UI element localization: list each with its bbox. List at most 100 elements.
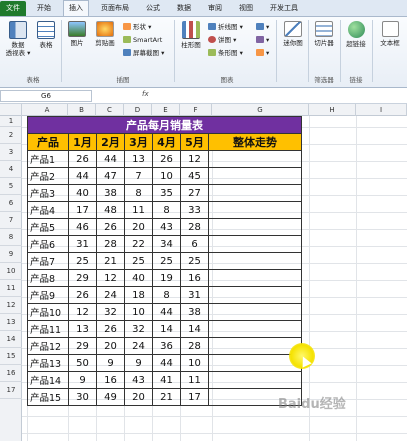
sales-cell[interactable]: 41 <box>152 371 181 389</box>
table-button[interactable]: 表格 <box>35 21 57 49</box>
sales-cell[interactable]: 18 <box>124 286 153 304</box>
hyperlink-button[interactable]: 超链接 <box>343 21 369 48</box>
column-header-f[interactable]: F <box>180 104 212 116</box>
sales-cell[interactable]: 11 <box>124 201 153 219</box>
trend-cell[interactable] <box>208 150 302 168</box>
row-header-2[interactable]: 2 <box>0 127 22 144</box>
trend-cell[interactable] <box>208 184 302 202</box>
column-header-h[interactable]: H <box>309 104 356 116</box>
row-header-8[interactable]: 8 <box>0 229 22 246</box>
sales-cell[interactable]: 28 <box>180 218 209 236</box>
tab-home[interactable]: 开始 <box>32 1 56 16</box>
header-cell[interactable]: 4月 <box>152 133 181 151</box>
sales-cell[interactable]: 14 <box>180 320 209 338</box>
product-name-cell[interactable]: 产品14 <box>27 371 69 389</box>
picture-button[interactable]: 图片 <box>66 21 88 47</box>
sales-cell[interactable]: 44 <box>152 354 181 372</box>
trend-cell[interactable] <box>208 167 302 185</box>
product-name-cell[interactable]: 产品2 <box>27 167 69 185</box>
column-header-c[interactable]: C <box>96 104 124 116</box>
sales-cell[interactable]: 26 <box>96 218 125 236</box>
sales-cell[interactable]: 10 <box>152 167 181 185</box>
sales-cell[interactable]: 14 <box>152 320 181 338</box>
sales-cell[interactable]: 43 <box>124 371 153 389</box>
row-header-10[interactable]: 10 <box>0 263 22 280</box>
trend-cell[interactable] <box>208 269 302 287</box>
product-name-cell[interactable]: 产品9 <box>27 286 69 304</box>
column-header-g[interactable]: G <box>212 104 309 116</box>
screenshot-button[interactable]: 屏幕截图 ▾ <box>123 49 164 58</box>
sales-cell[interactable]: 9 <box>68 371 97 389</box>
sales-cell[interactable]: 45 <box>180 167 209 185</box>
sales-cell[interactable]: 28 <box>96 235 125 253</box>
product-name-cell[interactable]: 产品4 <box>27 201 69 219</box>
row-header-13[interactable]: 13 <box>0 314 22 331</box>
sales-cell[interactable]: 40 <box>124 269 153 287</box>
column-header-i[interactable]: I <box>356 104 407 116</box>
product-name-cell[interactable]: 产品5 <box>27 218 69 236</box>
header-cell[interactable]: 整体走势 <box>208 133 302 151</box>
select-all-corner[interactable] <box>0 104 22 116</box>
header-cell[interactable]: 3月 <box>124 133 153 151</box>
sales-cell[interactable]: 38 <box>96 184 125 202</box>
row-header-3[interactable]: 3 <box>0 144 22 161</box>
sales-cell[interactable]: 32 <box>96 303 125 321</box>
tab-developer[interactable]: 开发工具 <box>265 1 303 16</box>
product-name-cell[interactable]: 产品13 <box>27 354 69 372</box>
trend-cell[interactable] <box>208 371 302 389</box>
product-name-cell[interactable]: 产品3 <box>27 184 69 202</box>
sales-cell[interactable]: 46 <box>68 218 97 236</box>
row-header-9[interactable]: 9 <box>0 246 22 263</box>
sales-cell[interactable]: 49 <box>96 388 125 406</box>
table-title[interactable]: 产品每月销量表 <box>27 116 302 134</box>
row-header-12[interactable]: 12 <box>0 297 22 314</box>
header-cell[interactable]: 5月 <box>180 133 209 151</box>
sparkline-button[interactable]: 迷你图 <box>280 21 306 47</box>
sales-cell[interactable]: 16 <box>180 269 209 287</box>
product-name-cell[interactable]: 产品11 <box>27 320 69 338</box>
sales-cell[interactable]: 44 <box>96 150 125 168</box>
sales-cell[interactable]: 38 <box>180 303 209 321</box>
clipart-button[interactable]: 剪贴画 <box>92 21 118 47</box>
fx-icon[interactable]: fx <box>142 90 149 98</box>
sales-cell[interactable]: 8 <box>152 286 181 304</box>
sales-cell[interactable]: 25 <box>68 252 97 270</box>
column-header-a[interactable]: A <box>27 104 68 116</box>
sales-cell[interactable]: 44 <box>68 167 97 185</box>
column-chart-button[interactable]: 柱形图 <box>178 21 204 49</box>
tab-page-layout[interactable]: 页面布局 <box>96 1 134 16</box>
row-header-4[interactable]: 4 <box>0 161 22 178</box>
sales-cell[interactable]: 48 <box>96 201 125 219</box>
sales-cell[interactable]: 24 <box>96 286 125 304</box>
sales-cell[interactable]: 44 <box>152 303 181 321</box>
trend-cell[interactable] <box>208 252 302 270</box>
sales-cell[interactable]: 27 <box>180 184 209 202</box>
sales-cell[interactable]: 30 <box>68 388 97 406</box>
sales-cell[interactable]: 20 <box>124 388 153 406</box>
sales-cell[interactable]: 43 <box>152 218 181 236</box>
line-chart-button[interactable]: 折线图 ▾ <box>208 23 243 32</box>
sales-cell[interactable]: 32 <box>124 320 153 338</box>
name-box[interactable]: G6 <box>0 90 92 102</box>
header-cell[interactable]: 产品 <box>27 133 69 151</box>
sales-cell[interactable]: 9 <box>96 354 125 372</box>
sales-cell[interactable]: 20 <box>96 337 125 355</box>
row-header-14[interactable]: 14 <box>0 331 22 348</box>
header-cell[interactable]: 2月 <box>96 133 125 151</box>
trend-cell[interactable] <box>208 303 302 321</box>
sales-cell[interactable]: 12 <box>180 150 209 168</box>
sales-cell[interactable]: 16 <box>96 371 125 389</box>
trend-cell[interactable] <box>208 235 302 253</box>
sales-cell[interactable]: 31 <box>68 235 97 253</box>
trend-cell[interactable] <box>208 201 302 219</box>
sales-cell[interactable]: 12 <box>68 303 97 321</box>
sales-cell[interactable]: 40 <box>68 184 97 202</box>
product-name-cell[interactable]: 产品6 <box>27 235 69 253</box>
tab-review[interactable]: 审阅 <box>203 1 227 16</box>
tab-insert[interactable]: 插入 <box>63 0 89 16</box>
product-name-cell[interactable]: 产品15 <box>27 388 69 406</box>
shapes-button[interactable]: 形状 ▾ <box>123 23 151 32</box>
column-header-d[interactable]: D <box>124 104 152 116</box>
tab-view[interactable]: 视图 <box>234 1 258 16</box>
sales-cell[interactable]: 24 <box>124 337 153 355</box>
